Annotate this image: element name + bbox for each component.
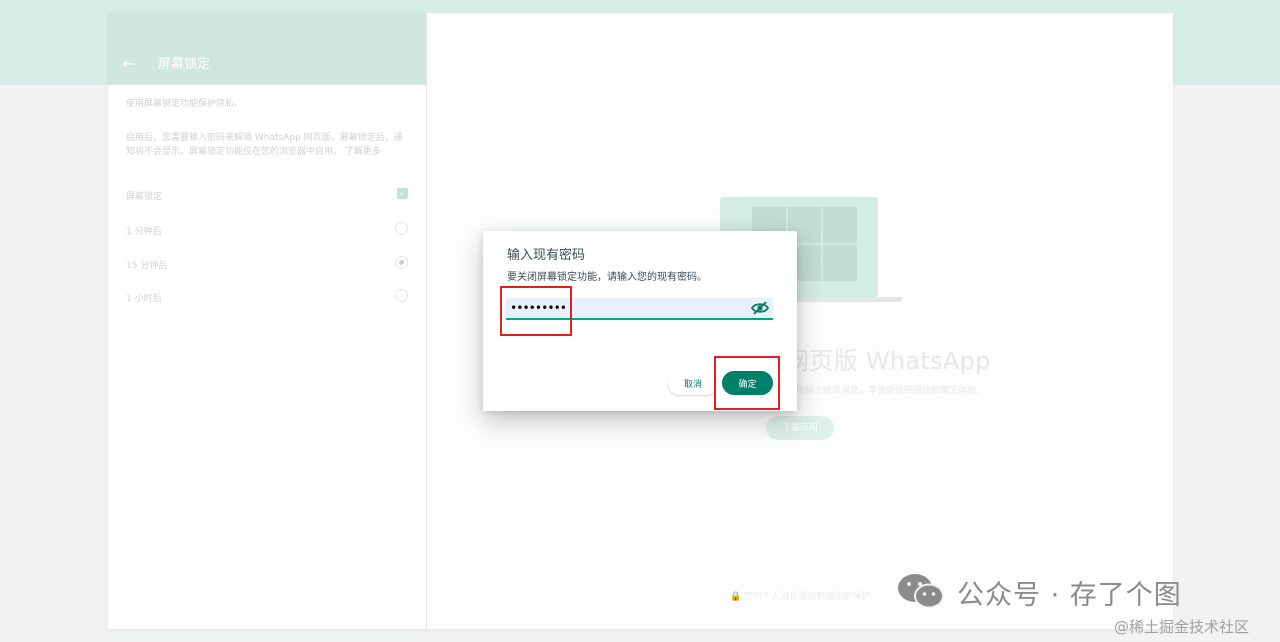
option-label: 1 分钟后 [126, 227, 162, 237]
watermark-subtext: @稀土掘金技术社区 [1114, 618, 1250, 636]
encryption-footer: 🔒 您的个人消息受端到端加密保护 [730, 592, 871, 602]
watermark-text: 公众号 · 存了个图 [957, 580, 1182, 611]
laptop-base [782, 297, 902, 302]
password-field [506, 298, 773, 320]
option-screen-lock[interactable]: 屏幕锁定 ✓ [126, 186, 408, 206]
option-label: 屏幕锁定 [126, 192, 163, 202]
password-input[interactable] [506, 298, 746, 318]
option-label: 15 分钟后 [126, 261, 168, 271]
option-1-hour[interactable]: 1 小时后 [126, 288, 408, 308]
radio-1-hour[interactable] [395, 289, 408, 302]
cancel-button[interactable]: 取消 [668, 371, 718, 395]
option-label: 1 小时后 [126, 294, 162, 304]
wechat-icon [898, 574, 944, 609]
eye-off-icon[interactable] [750, 300, 770, 316]
dialog-description: 要关闭屏幕锁定功能，请输入您的现有密码。 [507, 272, 707, 283]
confirm-button[interactable]: 确定 [722, 371, 773, 395]
option-15-minutes[interactable]: 15 分钟后 [126, 255, 408, 275]
radio-15-minutes[interactable] [395, 256, 408, 269]
intro-subtitle: 在电脑上收发消息，享受更佳的通话和聊天体验。 [787, 386, 986, 396]
settings-description: 启用后，您需要输入密码来解锁 WhatsApp 网页版。屏幕锁定后，通知将不会显… [126, 133, 403, 157]
intro-title: 网页版 WhatsApp [785, 347, 991, 375]
radio-1-minute[interactable] [395, 222, 408, 235]
settings-title: 屏幕锁定 [158, 57, 211, 72]
screen-lock-checkbox[interactable]: ✓ [397, 188, 408, 199]
download-app-button[interactable]: 下载应用 [766, 416, 834, 440]
settings-intro-text: 使用屏幕锁定功能保护隐私。 [126, 99, 244, 109]
dialog-title: 输入现有密码 [507, 248, 586, 263]
option-1-minute[interactable]: 1 分钟后 [126, 221, 408, 241]
settings-header: ← 屏幕锁定 [108, 13, 426, 85]
enter-password-dialog: 输入现有密码 要关闭屏幕锁定功能，请输入您的现有密码。 取消 确定 [483, 231, 797, 411]
arrow-left-icon[interactable]: ← [122, 56, 135, 72]
screen-lock-settings-panel: ← 屏幕锁定 使用屏幕锁定功能保护隐私。 启用后，您需要输入密码来解锁 What… [108, 13, 427, 629]
